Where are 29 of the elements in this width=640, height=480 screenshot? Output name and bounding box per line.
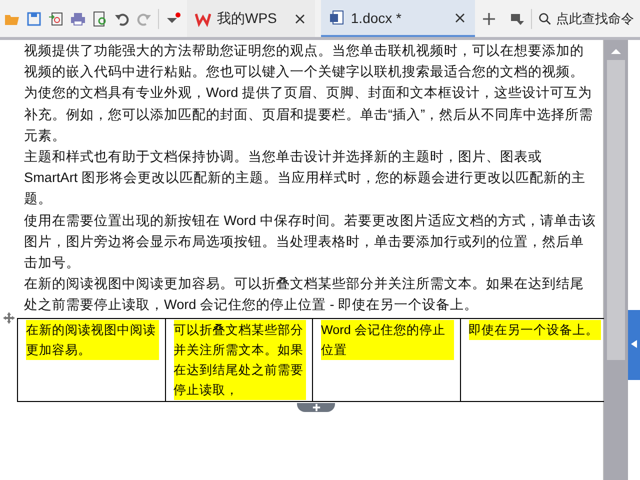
tab-label: 我的WPS bbox=[217, 10, 277, 28]
tab-label: 1.docx * bbox=[350, 10, 402, 26]
print-preview-icon[interactable] bbox=[92, 10, 108, 26]
new-tab-icon[interactable] bbox=[481, 10, 497, 26]
close-tab-button[interactable] bbox=[292, 12, 307, 26]
paragraph: 为使您的文档具有专业外观，Word 提供了页眉、页脚、封面和文本框设计，这些设计可互为补充。例如，您可以添加匹配的封面、页眉和提要栏。单击“插入”，然后从不同库中选择所需元素。 bbox=[23, 84, 594, 145]
print-icon[interactable] bbox=[70, 10, 86, 26]
add-row-button[interactable] bbox=[297, 402, 335, 412]
highlighted-text: 即使在另一个设备上。 bbox=[468, 320, 601, 340]
export-pdf-icon[interactable] bbox=[48, 10, 64, 26]
highlighted-text: Word 会记住您的停止位置 bbox=[321, 320, 454, 360]
paragraph: 在新的阅读视图中阅读更加容易。可以折叠文档某些部分并关注所需文本。如果在达到结尾处之前需要停止读取，Word 会记住您的停止位置 - 即使在另一个设备上。 bbox=[23, 275, 585, 314]
close-tab-button[interactable] bbox=[453, 10, 467, 24]
move-handle-icon[interactable] bbox=[3, 312, 15, 324]
paragraph: 主题和样式也有助于文档保持协调。当您单击设计并选择新的主题时，图片、图表或 SmartArt 图形将会更改以匹配新的主题。当应用样式时，您的标题会进行更改以匹配新的主题。 bbox=[23, 148, 586, 208]
plus-icon bbox=[312, 402, 320, 412]
document-icon bbox=[328, 10, 345, 26]
highlighted-text: 在新的阅读视图中阅读更加容易。 bbox=[26, 320, 158, 360]
scroll-up-icon[interactable] bbox=[611, 48, 621, 54]
save-icon[interactable] bbox=[26, 10, 42, 26]
paragraph: 视频提供了功能强大的方法帮助您证明您的观点。当您单击联机视频时，可以在想要添加的视频的嵌入代码中进行粘贴。您也可以键入一个关键字以联机搜索最适合您的文档的视频。 bbox=[23, 42, 585, 82]
search-icon bbox=[538, 12, 552, 26]
document-tab[interactable]: 1.docx * bbox=[320, 0, 475, 37]
command-search-field[interactable]: 点此查找命令 bbox=[538, 11, 640, 26]
scrollbar[interactable] bbox=[604, 40, 628, 480]
collapse-arrow-icon bbox=[631, 340, 637, 348]
paragraph: 使用在需要位置出现的新按钮在 Word 中保存时间。若要更改图片适应文档的方式，请单击该图片，图片旁边将会显示布局选项按钮。当处理表格时，单击要添加行或列的位置，然后单击加号。 bbox=[23, 212, 597, 272]
scroll-thumb[interactable] bbox=[607, 60, 625, 360]
document-tab[interactable]: 我的WPS bbox=[187, 0, 315, 37]
